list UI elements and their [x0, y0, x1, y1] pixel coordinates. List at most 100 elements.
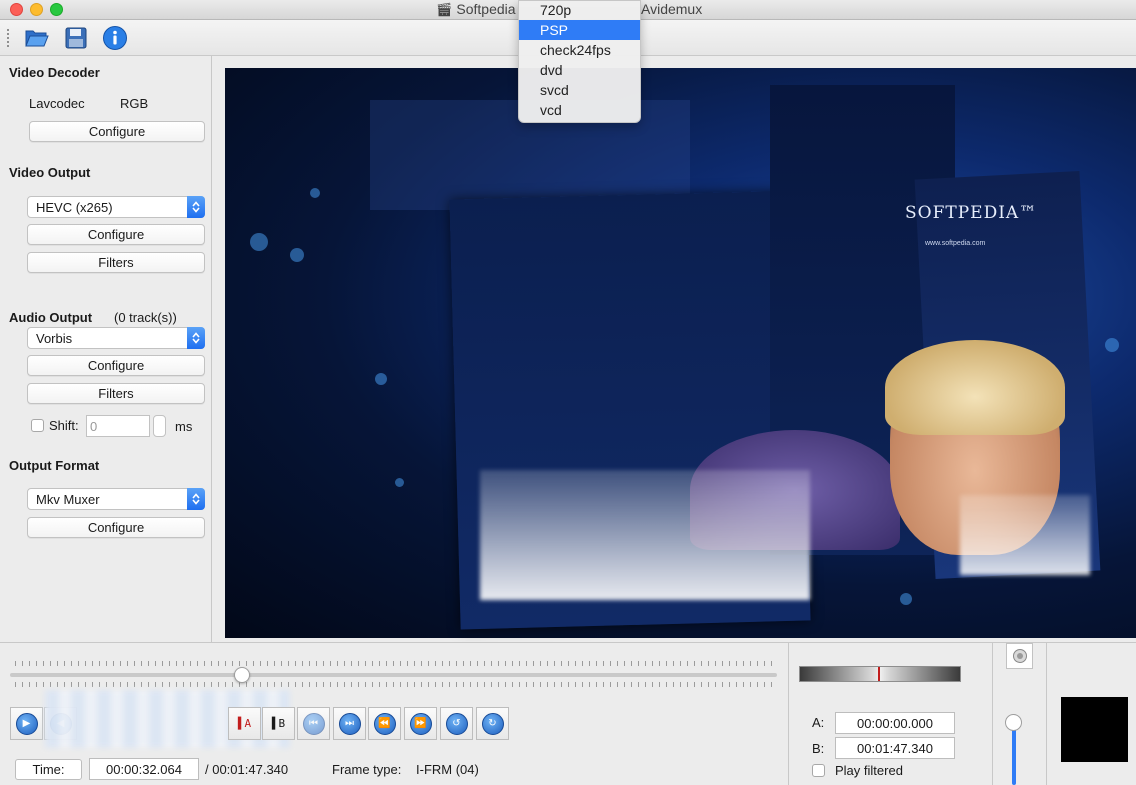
current-time-field[interactable]: 00:00:32.064: [89, 758, 199, 780]
bokeh-dot: [375, 373, 387, 385]
speaker-icon: [1012, 649, 1027, 663]
shift-unit: ms: [175, 419, 193, 434]
save-file-button[interactable]: [63, 25, 89, 51]
app-icon: 🎬︎: [436, 2, 453, 17]
play-button[interactable]: ▶: [10, 707, 43, 740]
marker-b-icon: ▌B: [271, 717, 286, 730]
marker-b-button[interactable]: ▌B: [262, 707, 295, 740]
menu-item-check24fps[interactable]: check24fps: [519, 40, 640, 60]
divider: [992, 642, 993, 785]
folder-open-icon: [25, 30, 49, 47]
time-button[interactable]: Time:: [15, 759, 82, 780]
audio-filters-button[interactable]: Filters: [27, 383, 205, 404]
video-codec-value: HEVC (x265): [36, 199, 113, 215]
video-output-configure-button[interactable]: Configure: [27, 224, 205, 245]
bokeh-dot: [310, 188, 320, 198]
thumbnail-preview: [1061, 697, 1128, 762]
selection-b-label: B:: [812, 741, 825, 756]
video-codec-select[interactable]: HEVC (x265): [27, 196, 205, 218]
muxer-select[interactable]: Mkv Muxer: [27, 488, 205, 510]
previous-keyframe-button[interactable]: ⏪: [368, 707, 401, 740]
go-to-a-button[interactable]: ⏮: [297, 707, 330, 740]
forward-60-button[interactable]: ↻: [476, 707, 509, 740]
audio-codec-value: Vorbis: [36, 330, 73, 346]
shift-stepper[interactable]: [153, 415, 166, 437]
bokeh-dot: [900, 593, 912, 605]
go-end-icon: ⏭: [338, 712, 361, 735]
shift-label: Shift:: [49, 418, 79, 433]
play-filtered-checkbox[interactable]: [812, 764, 825, 777]
marker-a-icon: ▌A: [237, 717, 252, 730]
frame-type-label: Frame type:: [332, 762, 402, 777]
timeline-slider-thumb[interactable]: [234, 667, 250, 683]
selection-a-label: A:: [812, 715, 825, 730]
info-icon: [103, 26, 127, 50]
output-format-title: Output Format: [9, 458, 100, 473]
bokeh-dot: [290, 248, 304, 262]
menu-item-psp[interactable]: PSP: [519, 20, 640, 40]
output-format-configure-button[interactable]: Configure: [27, 517, 205, 538]
play-icon: ▶: [15, 712, 38, 735]
open-file-button[interactable]: [24, 25, 50, 51]
video-decoder-configure-button[interactable]: Configure: [29, 121, 205, 142]
video-url-text: www.softpedia.com: [925, 240, 986, 247]
timeline-ticks-bottom: [15, 682, 775, 687]
forward-60-icon: ↻: [481, 712, 504, 735]
binary-glow: [960, 495, 1090, 575]
minimize-window-button[interactable]: [30, 3, 43, 16]
play-filtered-label: Play filtered: [835, 763, 903, 778]
menu-item-svcd[interactable]: svcd: [519, 80, 640, 100]
audio-output-configure-button[interactable]: Configure: [27, 355, 205, 376]
video-filters-button[interactable]: Filters: [27, 252, 205, 273]
decoder-colorspace: RGB: [120, 96, 149, 111]
updown-arrows-icon: [187, 327, 205, 349]
divider: [788, 642, 789, 785]
video-brand-text: SOFTPEDIA™: [905, 203, 1038, 223]
binary-glow: [480, 470, 810, 600]
previous-keyframe-icon: ⏪: [373, 712, 396, 735]
bokeh-dot: [1105, 338, 1119, 352]
menu-item-dvd[interactable]: dvd: [519, 60, 640, 80]
info-button[interactable]: [102, 25, 128, 51]
toolbar-grip: [6, 28, 10, 48]
timeline-slider[interactable]: [10, 673, 777, 677]
figure-hair: [885, 340, 1065, 435]
window-title-right: Avidemux: [641, 1, 703, 17]
volume-slider-thumb[interactable]: [1005, 714, 1022, 731]
updown-arrows-icon: [187, 196, 205, 218]
menu-item-vcd[interactable]: vcd: [519, 100, 640, 120]
selection-a-field[interactable]: 00:00:00.000: [835, 712, 955, 734]
divider: [1046, 642, 1047, 785]
audio-codec-select[interactable]: Vorbis: [27, 327, 205, 349]
bokeh-dot: [395, 478, 404, 487]
total-time: / 00:01:47.340: [205, 762, 289, 777]
next-keyframe-button[interactable]: ⏩: [404, 707, 437, 740]
zoom-window-button[interactable]: [50, 3, 63, 16]
settings-panel: Video Decoder Lavcodec RGB Configure Vid…: [0, 56, 212, 642]
shift-input[interactable]: 0: [86, 415, 150, 437]
audio-track-count: (0 track(s)): [114, 310, 177, 325]
bokeh-dot: [250, 233, 268, 251]
audio-output-title: Audio Output: [9, 310, 93, 325]
shift-checkbox[interactable]: [31, 419, 44, 432]
updown-arrows-icon: [187, 488, 205, 510]
decoder-codec: Lavcodec: [29, 96, 85, 111]
floppy-disk-icon: [65, 27, 87, 49]
go-start-icon: ⏮: [302, 712, 325, 735]
frame-type-value: I-FRM (04): [416, 762, 479, 777]
close-window-button[interactable]: [10, 3, 23, 16]
volume-slider[interactable]: [1012, 722, 1016, 785]
next-keyframe-icon: ⏩: [409, 712, 432, 735]
window-title-app: 🎬︎ Softpedia: [436, 1, 516, 17]
video-decoder-title: Video Decoder: [9, 65, 100, 80]
selection-b-field[interactable]: 00:01:47.340: [835, 737, 955, 759]
audio-meter-marker: [878, 667, 880, 681]
video-output-title: Video Output: [9, 165, 91, 180]
back-60-icon: ↺: [445, 712, 468, 735]
go-to-b-button[interactable]: ⏭: [333, 707, 366, 740]
menu-item-720p[interactable]: 720p: [519, 0, 640, 20]
audio-meter: [799, 666, 961, 682]
volume-button[interactable]: [1006, 643, 1033, 669]
marker-a-button[interactable]: ▌A: [228, 707, 261, 740]
back-60-button[interactable]: ↺: [440, 707, 473, 740]
